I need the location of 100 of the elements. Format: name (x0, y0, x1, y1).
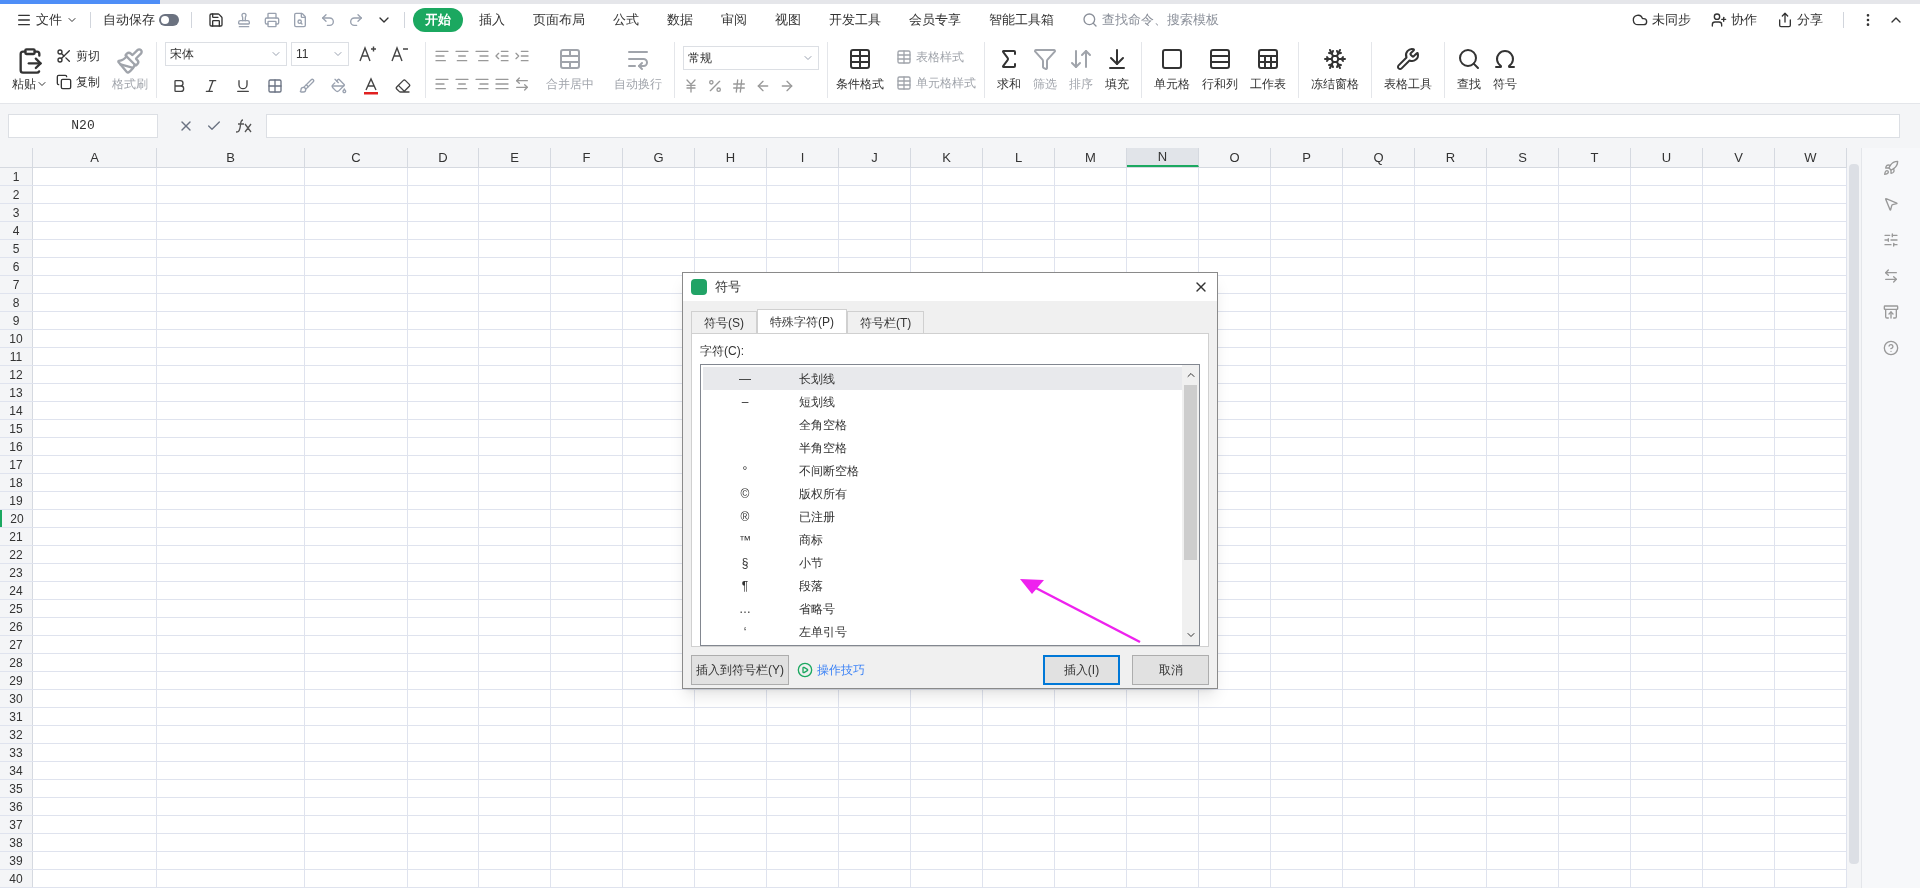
function-icon[interactable] (234, 118, 254, 134)
ribbon-tab[interactable]: 智能工具箱 (977, 8, 1066, 32)
row-header[interactable]: 20 (0, 510, 33, 527)
row-header[interactable]: 6 (0, 258, 33, 275)
font-size-field[interactable]: 11 (291, 41, 349, 66)
row-header[interactable]: 32 (0, 726, 33, 743)
column-header[interactable]: K (911, 148, 983, 167)
row-header[interactable]: 13 (0, 384, 33, 401)
dialog-tab[interactable]: 特殊字符(P) (757, 309, 847, 333)
ribbon-button[interactable]: 符号 (1493, 46, 1517, 93)
row-header[interactable]: 27 (0, 636, 33, 653)
row-header[interactable]: 10 (0, 330, 33, 347)
row-header[interactable]: 11 (0, 348, 33, 365)
ribbon-tab[interactable]: 公式 (601, 8, 651, 32)
character-row[interactable]: ° 不间断空格 (703, 459, 1182, 482)
file-menu[interactable]: 文件 (12, 10, 82, 30)
row-header[interactable]: 37 (0, 816, 33, 833)
ribbon-button[interactable]: 行和列 (1202, 46, 1238, 93)
column-header[interactable]: H (695, 148, 767, 167)
column-header[interactable]: C (305, 148, 408, 167)
column-header[interactable]: A (33, 148, 157, 167)
row-header[interactable]: 18 (0, 474, 33, 491)
formula-input[interactable] (266, 114, 1900, 138)
distribute-icon[interactable] (514, 75, 530, 92)
row-header[interactable]: 7 (0, 276, 33, 293)
ribbon-button[interactable]: 表格工具 (1384, 46, 1432, 93)
column-header[interactable]: T (1559, 148, 1631, 167)
redo-icon[interactable] (348, 12, 364, 28)
column-header[interactable]: P (1271, 148, 1343, 167)
pointer-icon[interactable] (1883, 196, 1899, 212)
column-header[interactable]: F (551, 148, 623, 167)
ribbon-tab[interactable]: 插入 (467, 8, 517, 32)
row-header[interactable]: 9 (0, 312, 33, 329)
toolbar-action[interactable]: 分享 (1769, 10, 1831, 30)
row-header[interactable]: 15 (0, 420, 33, 437)
row-header[interactable]: 31 (0, 708, 33, 725)
dialog-tab[interactable]: 符号栏(T) (847, 311, 925, 333)
column-header[interactable]: B (157, 148, 305, 167)
row-header[interactable]: 16 (0, 438, 33, 455)
row-header[interactable]: 4 (0, 222, 33, 239)
column-header[interactable]: G (623, 148, 695, 167)
row-header[interactable]: 3 (0, 204, 33, 221)
autosave-toggle[interactable] (159, 14, 179, 26)
character-row[interactable]: … 省略号 (703, 597, 1182, 620)
character-row[interactable]: — 长划线 (703, 367, 1182, 390)
row-header[interactable]: 1 (0, 168, 33, 185)
character-row[interactable]: ™ 商标 (703, 528, 1182, 551)
undo-icon[interactable] (320, 12, 336, 28)
character-row[interactable]: – 短划线 (703, 390, 1182, 413)
ribbon-tab[interactable]: 审阅 (709, 8, 759, 32)
ribbon-button[interactable]: 冻结窗格 (1311, 46, 1359, 93)
archive-icon[interactable] (1883, 304, 1899, 320)
copy-button[interactable]: 复制 (56, 72, 100, 91)
row-header[interactable]: 23 (0, 564, 33, 581)
character-row[interactable]: 全角空格 (703, 413, 1182, 436)
row-header[interactable]: 17 (0, 456, 33, 473)
character-row[interactable]: ® 已注册 (703, 505, 1182, 528)
row-header[interactable]: 22 (0, 546, 33, 563)
row-header[interactable]: 24 (0, 582, 33, 599)
row-header[interactable]: 34 (0, 762, 33, 779)
character-row[interactable]: § 小节 (703, 551, 1182, 574)
print-icon[interactable] (264, 12, 280, 28)
cancel-button[interactable]: 取消 (1132, 655, 1209, 685)
column-header[interactable]: E (479, 148, 551, 167)
ribbon-button[interactable]: 单元格 (1154, 46, 1190, 93)
column-header[interactable]: U (1631, 148, 1703, 167)
column-header[interactable]: Q (1343, 148, 1415, 167)
cut-button[interactable]: 剪切 (56, 46, 100, 65)
row-header[interactable]: 30 (0, 690, 33, 707)
column-header[interactable]: L (983, 148, 1055, 167)
toolbar-action[interactable]: 未同步 (1624, 10, 1699, 30)
row-header[interactable]: 19 (0, 492, 33, 509)
paste-button[interactable]: 粘贴 (12, 46, 48, 93)
character-row[interactable]: ‘ 左单引号 (703, 620, 1182, 643)
row-header[interactable]: 14 (0, 402, 33, 419)
row-header[interactable]: 28 (0, 654, 33, 671)
ribbon-button[interactable]: 查找 (1457, 46, 1481, 93)
ribbon-tab[interactable]: 视图 (763, 8, 813, 32)
vertical-scrollbar[interactable] (1847, 148, 1861, 888)
swap-icon[interactable] (1883, 268, 1899, 284)
dialog-tab[interactable]: 符号(S) (691, 311, 757, 333)
row-header[interactable]: 26 (0, 618, 33, 635)
thousands-icon[interactable] (731, 77, 747, 94)
ribbon-button[interactable]: 填充 (1105, 46, 1129, 93)
row-header[interactable]: 12 (0, 366, 33, 383)
row-header[interactable]: 39 (0, 852, 33, 869)
currency-icon[interactable] (683, 77, 699, 94)
cell-reference-field[interactable]: N20 (8, 114, 158, 138)
column-header[interactable]: R (1415, 148, 1487, 167)
ribbon-button[interactable]: 求和 (997, 46, 1021, 93)
ribbon-tab[interactable]: 会员专享 (897, 8, 973, 32)
print-preview-icon[interactable] (292, 12, 308, 28)
column-header[interactable]: V (1703, 148, 1775, 167)
row-header[interactable]: 5 (0, 240, 33, 257)
stamp-icon[interactable] (236, 12, 252, 28)
column-header[interactable]: J (839, 148, 911, 167)
column-header[interactable]: D (408, 148, 479, 167)
character-row[interactable]: © 版权所有 (703, 482, 1182, 505)
ribbon-button[interactable]: 工作表 (1250, 46, 1286, 93)
row-header[interactable]: 38 (0, 834, 33, 851)
